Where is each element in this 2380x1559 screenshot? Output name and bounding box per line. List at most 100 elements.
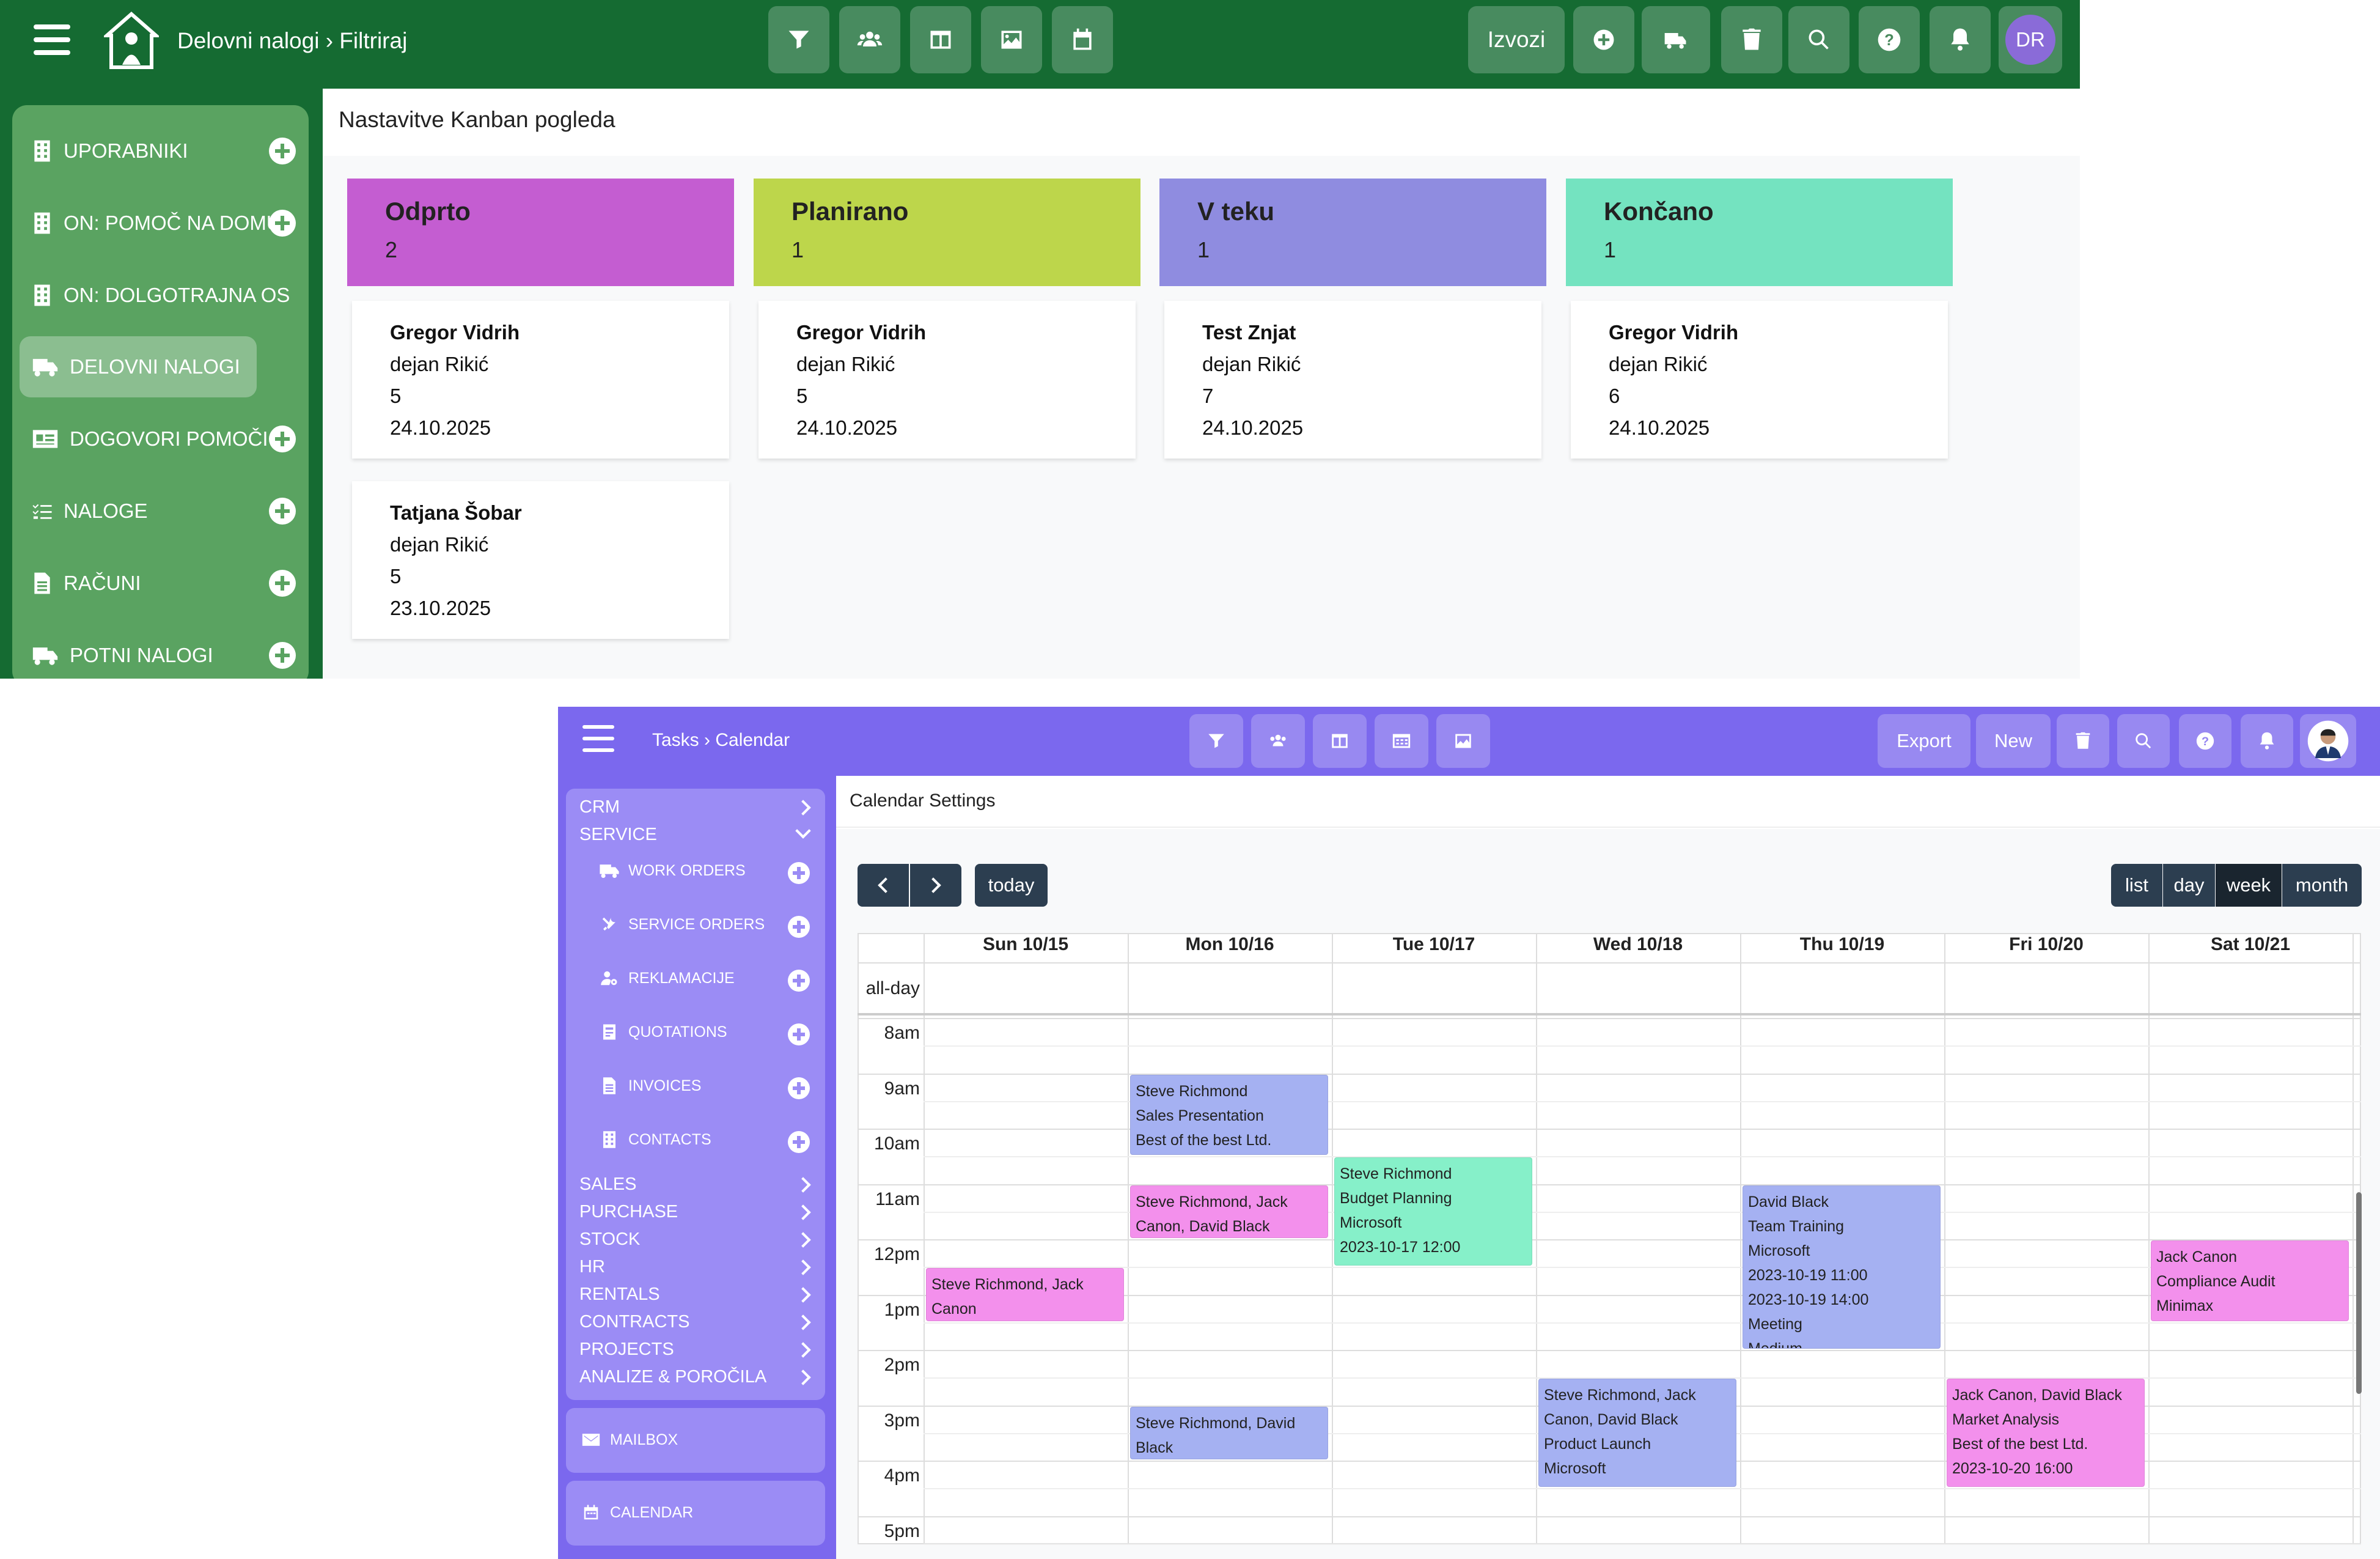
delete-button[interactable] bbox=[2057, 714, 2109, 768]
kanban-card[interactable]: Gregor Vidrih dejan Rikić 5 24.10.2025 bbox=[758, 301, 1136, 459]
sidebar-item-label: ON: POMOČ NA DOMU bbox=[64, 212, 281, 234]
prev-button[interactable] bbox=[858, 864, 909, 907]
image-button[interactable] bbox=[981, 6, 1042, 73]
sidebar-item-label: ON: DOLGOTRAJNA OS bbox=[64, 284, 290, 306]
add-dogovori-icon[interactable] bbox=[269, 426, 296, 452]
user-menu-button[interactable] bbox=[2300, 714, 2356, 768]
sidebar-item-delovni-nalogi[interactable]: DELOVNI NALOGI bbox=[32, 336, 240, 397]
kanban-card[interactable]: Gregor Vidrih dejan Rikić 6 24.10.2025 bbox=[1571, 301, 1948, 459]
submenu-work-orders[interactable]: WORK ORDERS bbox=[599, 861, 746, 880]
card-user: dejan Rikić bbox=[390, 533, 489, 556]
filter-button[interactable] bbox=[768, 6, 829, 73]
submenu-contacts[interactable]: CONTACTS bbox=[599, 1130, 711, 1149]
calendar-scrollbar[interactable] bbox=[2356, 1192, 2362, 1394]
add-racuni-icon[interactable] bbox=[269, 570, 296, 597]
view-week-button[interactable]: week bbox=[2216, 864, 2282, 907]
sidebar-calendar[interactable]: CALENDAR bbox=[581, 1503, 693, 1522]
kanban-board: Odprto 2 Gregor Vidrih dejan Rikić 5 24.… bbox=[323, 156, 2080, 679]
menu-service[interactable]: SERVICE bbox=[579, 825, 657, 845]
view-month-button[interactable]: month bbox=[2282, 864, 2362, 907]
add-invoice-icon[interactable] bbox=[788, 1077, 810, 1099]
menu-hr[interactable]: HR bbox=[579, 1257, 605, 1277]
view-day-button[interactable]: day bbox=[2163, 864, 2215, 907]
add-quotation-icon[interactable] bbox=[788, 1023, 810, 1045]
notifications-button[interactable] bbox=[2241, 714, 2293, 768]
sidebar-item-dolgotrajna-oskrba[interactable]: ON: DOLGOTRAJNA OS bbox=[32, 265, 290, 326]
kanban-card[interactable]: Test Znjat dejan Rikić 7 24.10.2025 bbox=[1164, 301, 1541, 459]
section-header: Nastavitve Kanban pogleda bbox=[323, 89, 2080, 156]
filter-button[interactable] bbox=[1189, 714, 1243, 768]
breadcrumb[interactable]: Tasks › Calendar bbox=[652, 730, 790, 751]
column-header-koncano[interactable]: Končano 1 bbox=[1566, 179, 1953, 286]
menu-sales[interactable]: SALES bbox=[579, 1174, 637, 1195]
search-button[interactable] bbox=[1788, 6, 1849, 73]
menu-analize-porocila[interactable]: ANALIZE & POROČILA bbox=[579, 1367, 766, 1387]
gantt-view-button[interactable] bbox=[1375, 714, 1428, 768]
search-button[interactable] bbox=[2117, 714, 2170, 768]
menu-icon[interactable] bbox=[582, 725, 619, 756]
sidebar-item-dogovori-pomoci[interactable]: DOGOVORI POMOČI N bbox=[32, 408, 288, 470]
kanban-card[interactable]: Tatjana Šobar dejan Rikić 5 23.10.2025 bbox=[352, 481, 729, 639]
notifications-button[interactable] bbox=[1930, 6, 1991, 73]
sidebar-item-uporabniki[interactable]: UPORABNIKI bbox=[32, 120, 188, 182]
add-pomoc-na-domu-icon[interactable] bbox=[269, 210, 296, 237]
chevron-left-icon bbox=[878, 877, 894, 893]
users-button[interactable] bbox=[1251, 714, 1305, 768]
add-button[interactable] bbox=[1573, 6, 1634, 73]
columns-icon bbox=[930, 31, 951, 49]
image-button[interactable] bbox=[1436, 714, 1490, 768]
users-button[interactable] bbox=[839, 6, 900, 73]
calendar-icon bbox=[584, 1505, 598, 1520]
sidebar-mailbox[interactable]: MAILBOX bbox=[581, 1431, 678, 1449]
menu-rentals[interactable]: RENTALS bbox=[579, 1284, 660, 1305]
menu-crm[interactable]: CRM bbox=[579, 797, 620, 817]
new-button[interactable]: New bbox=[1976, 714, 2051, 768]
truck-button[interactable] bbox=[1642, 6, 1710, 73]
add-naloge-icon[interactable] bbox=[269, 498, 296, 525]
sidebar-item-pomoc-na-domu[interactable]: ON: POMOČ NA DOMU bbox=[32, 193, 281, 254]
export-button[interactable]: Izvozi bbox=[1468, 6, 1565, 73]
submenu-service-orders[interactable]: SERVICE ORDERS bbox=[599, 915, 765, 934]
add-contact-icon[interactable] bbox=[788, 1131, 810, 1153]
next-button[interactable] bbox=[910, 864, 961, 907]
kanban-card[interactable]: Gregor Vidrih dejan Rikić 5 24.10.2025 bbox=[352, 301, 729, 459]
help-button[interactable]: ? bbox=[1859, 6, 1920, 73]
calendar-view-button[interactable] bbox=[1052, 6, 1113, 73]
breadcrumb[interactable]: Delovni nalogi › Filtriraj bbox=[177, 28, 407, 54]
sidebar-item-naloge[interactable]: NALOGE bbox=[32, 481, 148, 542]
document-icon bbox=[603, 1077, 615, 1094]
sidebar-item-potni-nalogi[interactable]: POTNI NALOGI bbox=[32, 625, 213, 679]
view-list-button[interactable]: list bbox=[2111, 864, 2162, 907]
export-button[interactable]: Export bbox=[1878, 714, 1970, 768]
column-title: Končano bbox=[1604, 197, 1714, 226]
sidebar-item-label: NALOGE bbox=[64, 499, 148, 522]
add-service-order-icon[interactable] bbox=[788, 916, 810, 938]
building-icon bbox=[603, 1131, 615, 1148]
menu-stock[interactable]: STOCK bbox=[579, 1229, 640, 1250]
menu-icon[interactable] bbox=[34, 24, 70, 55]
help-button[interactable]: ? bbox=[2179, 714, 2231, 768]
card-user: dejan Rikić bbox=[1609, 353, 1708, 375]
card-user: dejan Rikić bbox=[1202, 353, 1301, 375]
submenu-quotations[interactable]: QUOTATIONS bbox=[599, 1023, 727, 1041]
add-work-order-icon[interactable] bbox=[788, 862, 810, 884]
columns-view-button[interactable] bbox=[1313, 714, 1367, 768]
add-uporabniki-icon[interactable] bbox=[269, 138, 296, 164]
section-header: Calendar Settings bbox=[836, 776, 2380, 828]
menu-projects[interactable]: PROJECTS bbox=[579, 1340, 674, 1360]
add-potni-nalogi-icon[interactable] bbox=[269, 642, 296, 669]
column-header-planirano[interactable]: Planirano 1 bbox=[754, 179, 1140, 286]
submenu-invoices[interactable]: INVOICES bbox=[599, 1077, 701, 1095]
card-user: dejan Rikić bbox=[796, 353, 895, 375]
user-menu-button[interactable]: DR bbox=[1999, 6, 2062, 73]
delete-button[interactable] bbox=[1721, 6, 1782, 73]
column-header-odprto[interactable]: Odprto 2 bbox=[347, 179, 734, 286]
menu-contracts[interactable]: CONTRACTS bbox=[579, 1312, 689, 1332]
sidebar-item-racuni[interactable]: RAČUNI bbox=[32, 553, 141, 614]
today-button[interactable]: today bbox=[975, 864, 1048, 907]
menu-purchase[interactable]: PURCHASE bbox=[579, 1202, 678, 1222]
columns-view-button[interactable] bbox=[910, 6, 971, 73]
column-header-v-teku[interactable]: V teku 1 bbox=[1159, 179, 1546, 286]
add-reklamacija-icon[interactable] bbox=[788, 970, 810, 992]
submenu-reklamacije[interactable]: REKLAMACIJE bbox=[599, 969, 735, 987]
